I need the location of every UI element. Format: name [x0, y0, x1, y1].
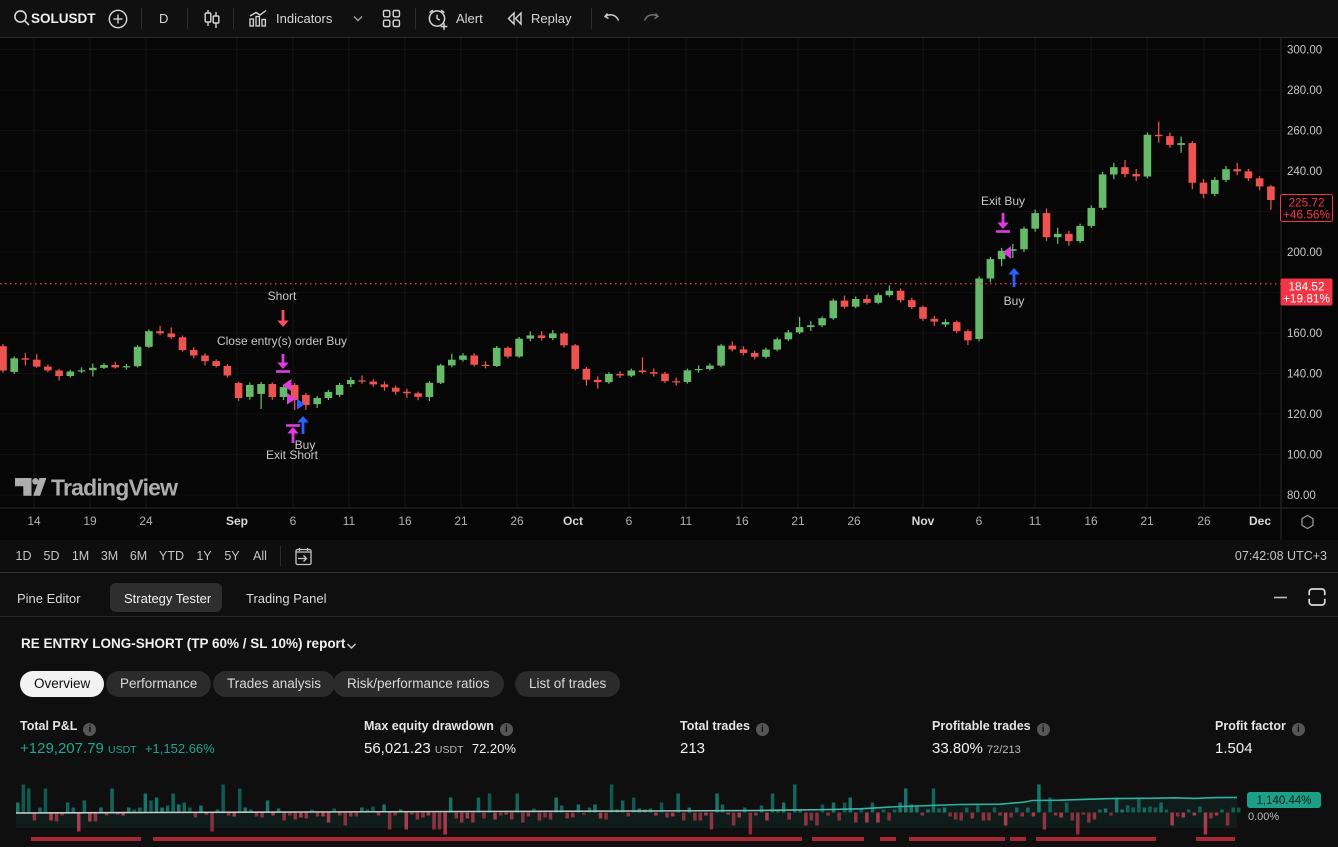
svg-text:0.00%: 0.00%: [1248, 811, 1279, 823]
svg-text:1,140.44%: 1,140.44%: [1257, 795, 1312, 807]
